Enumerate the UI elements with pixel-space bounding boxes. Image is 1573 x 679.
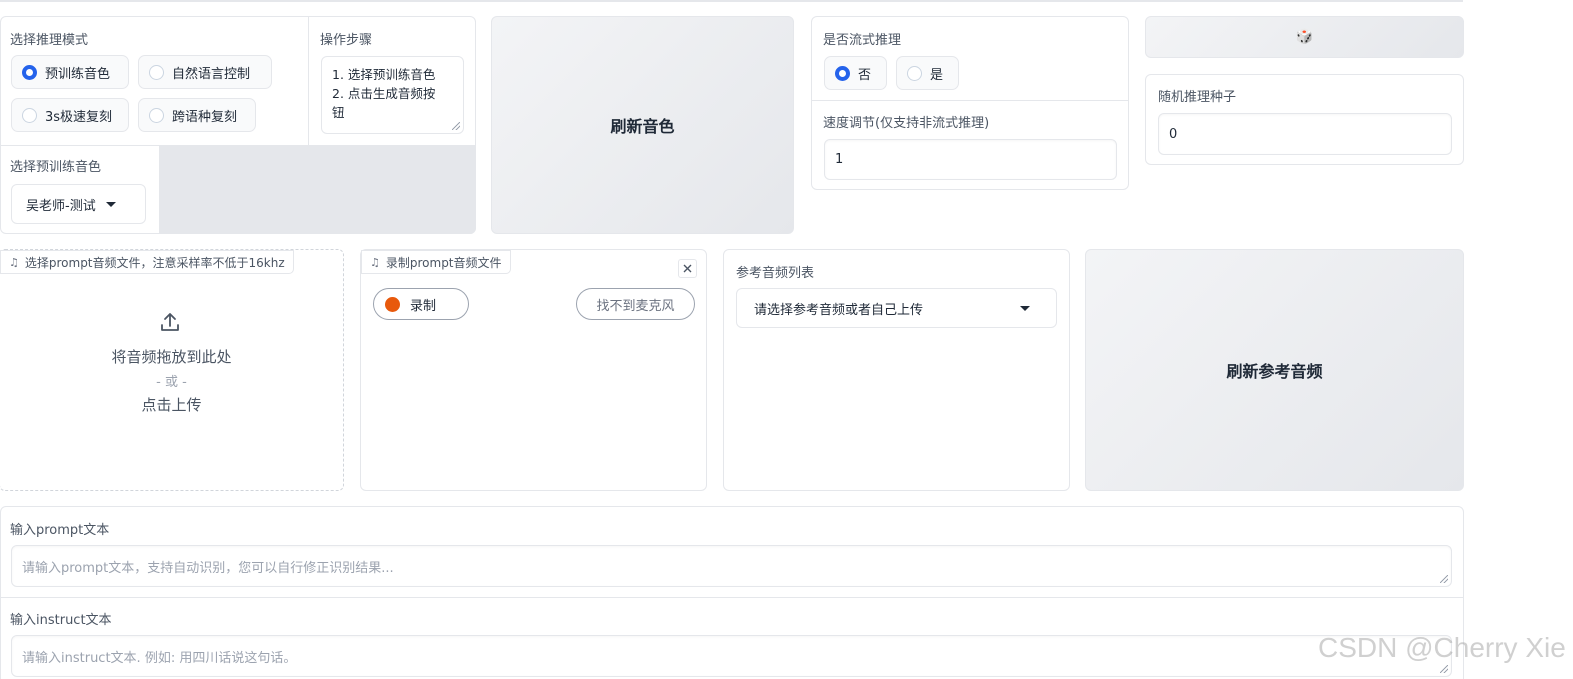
prompt-label: 输入prompt文本 [10,523,110,538]
voice-section-divider [1,145,159,146]
mode-option-label: 自然语言控制 [172,66,251,82]
chevron-down-icon [1020,305,1030,311]
mode-option-cross-lingual[interactable]: 跨语种复刻 [138,98,256,132]
record-dot-icon [385,296,400,312]
mic-not-found-label: 找不到麦克风 [596,298,675,314]
mode-label: 选择推理模式 [10,33,89,48]
stream-option-no[interactable]: 否 [824,56,887,90]
voice-label: 选择预训练音色 [10,160,102,175]
steps-textarea[interactable]: 1. 选择预训练音色 2. 点击生成音频按 钮 [321,56,464,134]
top-divider [0,0,1463,2]
resize-handle-icon[interactable] [1440,575,1448,583]
voice-dropdown[interactable]: 吴老师-测试 [11,184,146,224]
resize-handle-icon[interactable] [1440,665,1448,673]
record-chip: ♫ 录制prompt音频文件 [361,250,511,274]
mode-option-pretrained[interactable]: 预训练音色 [11,55,129,89]
random-seed-button[interactable]: 🎲 [1145,16,1464,58]
stream-option-label: 是 [930,67,944,83]
text-divider [1,597,1463,598]
mode-option-natural-language[interactable]: 自然语言控制 [138,55,272,89]
drop-text: 将音频拖放到此处 [111,348,232,366]
stream-option-yes[interactable]: 是 [896,56,959,90]
mode-option-3s-clone[interactable]: 3s极速复刻 [11,98,129,132]
refresh-ref-audio-button[interactable]: 刷新参考音频 [1085,249,1464,491]
radio-checked-icon [22,64,37,80]
radio-unchecked-icon [149,64,164,80]
or-text: - 或 - [156,375,187,390]
upload-chip-label: 选择prompt音频文件，注意采样率不低于16khz [24,255,285,270]
steps-divider [308,17,309,145]
record-chip-label: 录制prompt音频文件 [385,255,502,270]
stream-divider [812,100,1128,101]
music-note-icon: ♫ [9,255,19,269]
seed-input[interactable]: 0 [1158,113,1452,155]
voice-value: 吴老师-测试 [26,198,96,214]
text-input-panel: 输入prompt文本 请输入prompt文本，支持自动识别，您可以自行修正识别结… [0,506,1464,679]
speed-input[interactable]: 1 [824,139,1117,180]
ref-audio-dropdown[interactable]: 请选择参考音频或者自己上传 [736,288,1057,328]
seed-panel: 随机推理种子 0 [1145,74,1464,165]
upload-icon [161,313,179,331]
dice-icon: 🎲 [1295,29,1314,45]
ref-audio-label: 参考音频列表 [736,266,815,281]
record-label: 录制 [410,298,437,314]
steps-line: 钮 [332,105,345,120]
upload-chip: ♫ 选择prompt音频文件，注意采样率不低于16khz [0,250,294,274]
steps-label: 操作步骤 [320,33,373,48]
radio-unchecked-icon [22,107,37,123]
close-icon [683,264,692,273]
empty-area [159,145,476,234]
stream-option-label: 否 [858,67,872,83]
record-button[interactable]: 录制 [373,288,469,320]
music-note-icon: ♫ [370,255,380,269]
record-panel: ♫ 录制prompt音频文件 录制 找不到麦克风 [360,249,707,491]
radio-unchecked-icon [149,107,164,123]
chevron-down-icon [105,201,116,207]
prompt-placeholder: 请输入prompt文本，支持自动识别，您可以自行修正识别结果... [22,560,394,576]
steps-line: 1. 选择预训练音色 [332,67,436,82]
instruct-placeholder: 请输入instruct文本. 例如: 用四川话说这句话。 [22,650,297,666]
mic-not-found-button[interactable]: 找不到麦克风 [576,288,695,320]
mode-option-label: 跨语种复刻 [172,109,238,125]
resize-handle-icon[interactable] [452,122,460,130]
seed-label: 随机推理种子 [1158,90,1237,105]
instruct-textarea[interactable]: 请输入instruct文本. 例如: 用四川话说这句话。 [11,635,1452,677]
speed-label: 速度调节(仅支持非流式推理) [823,116,990,131]
watermark: CSDN @Cherry Xie [1318,632,1566,663]
stream-label: 是否流式推理 [823,33,902,48]
close-button[interactable] [678,259,697,278]
radio-unchecked-icon [907,65,922,81]
prompt-textarea[interactable]: 请输入prompt文本，支持自动识别，您可以自行修正识别结果... [11,545,1452,587]
refresh-voice-button[interactable]: 刷新音色 [491,16,794,234]
mode-panel: 选择推理模式 预训练音色 自然语言控制 3s极速复刻 跨语种复刻 操作步骤 1.… [0,16,476,234]
seed-value: 0 [1169,126,1178,142]
stream-panel: 是否流式推理 否 是 速度调节(仅支持非流式推理) 1 [811,16,1129,190]
mode-option-label: 3s极速复刻 [45,109,113,125]
radio-checked-icon [835,65,850,81]
mode-option-label: 预训练音色 [45,66,111,82]
steps-line: 2. 点击生成音频按 [332,86,436,101]
instruct-label: 输入instruct文本 [10,613,112,628]
prompt-audio-upload[interactable]: ♫ 选择prompt音频文件，注意采样率不低于16khz 将音频拖放到此处 - … [0,249,344,491]
ref-audio-value: 请选择参考音频或者自己上传 [754,302,924,318]
click-upload-text: 点击上传 [141,396,202,414]
speed-value: 1 [835,152,844,167]
ref-audio-panel: 参考音频列表 请选择参考音频或者自己上传 [723,249,1070,491]
